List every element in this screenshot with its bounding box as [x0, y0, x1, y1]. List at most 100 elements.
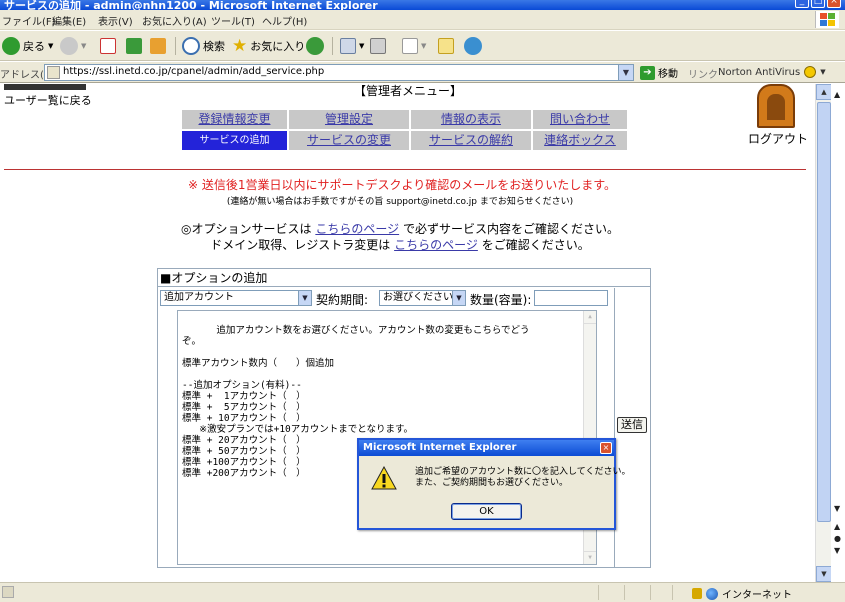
discuss-button[interactable] [438, 35, 454, 57]
quantity-input[interactable] [534, 290, 608, 306]
menu-help[interactable]: ヘルプ(H) [262, 13, 307, 28]
nav-add-service[interactable]: サービスの追加 [182, 131, 287, 150]
home-icon [150, 38, 166, 54]
period-value: お選びください [383, 292, 453, 303]
address-bar: アドレス(D) https://ssl.inetd.co.jp/cpanel/a… [0, 62, 845, 83]
stop-icon [100, 38, 116, 54]
nav-admin-settings[interactable]: 管理設定 [289, 110, 409, 129]
domain-line: ドメイン取得、レジストラ変更は こちらのページ をご確認ください。 [0, 236, 800, 253]
bullet-icon: ● [834, 534, 841, 543]
go-button[interactable]: ➔ 移動 [640, 65, 678, 80]
user-list-back-link[interactable]: ユーザー覧に戻る [4, 84, 92, 108]
scroll-thumb[interactable] [817, 102, 831, 522]
dialog-title: Microsoft Internet Explorer [359, 440, 614, 456]
favorites-label: お気に入り [250, 40, 306, 53]
back-label: 戻る [23, 40, 45, 53]
home-button[interactable] [150, 35, 166, 57]
address-dropdown-icon[interactable]: ▼ [618, 65, 633, 80]
go-label: 移動 [658, 69, 678, 80]
page-icon [47, 66, 60, 79]
favorites-button[interactable]: ★ お気に入り [232, 35, 305, 57]
option-item-value: 追加アカウント [164, 292, 234, 303]
refresh-button[interactable] [126, 35, 142, 57]
option-page-link[interactable]: こちらのページ [315, 222, 399, 236]
ok-button[interactable]: OK [451, 503, 522, 520]
option-line-suffix: で必ずサービス内容をご確認ください。 [402, 222, 619, 236]
search-icon [182, 37, 200, 55]
status-cell [672, 585, 673, 600]
triangle-up-icon: ▲ [834, 90, 841, 99]
option-select-row: 追加アカウント ▼ 契約期間: お選びください ▼ 数量(容量): [158, 288, 650, 308]
back-dropdown-icon: ▼ [48, 42, 54, 50]
address-input[interactable]: https://ssl.inetd.co.jp/cpanel/admin/add… [44, 64, 634, 81]
nav-inquiry[interactable]: 問い合わせ [533, 110, 627, 129]
star-icon: ★ [232, 36, 248, 56]
nav-cancel-service[interactable]: サービスの解約 [411, 131, 531, 150]
stop-button[interactable] [100, 35, 116, 57]
logout-label: ログアウト [748, 132, 809, 146]
mail-dropdown-icon: ▼ [359, 42, 365, 50]
logout-button[interactable]: ログアウト [748, 84, 809, 147]
menu-favorites[interactable]: お気に入り(A) [142, 13, 207, 28]
page-scrollbar[interactable]: ▲ ▼ [815, 84, 832, 582]
menu-file[interactable]: ファイル(F) [2, 13, 56, 28]
print-button[interactable] [370, 35, 386, 57]
search-button[interactable]: 検索 [182, 35, 225, 57]
security-zone: インターネット [692, 586, 792, 601]
title-bar: サービスの追加 - admin@nhn1200 - Microsoft Inte… [0, 0, 845, 10]
door-icon [757, 84, 795, 128]
option-item-select[interactable]: 追加アカウント ▼ [160, 290, 312, 306]
scroll-down-icon[interactable]: ▼ [816, 566, 832, 582]
dialog-close-button[interactable]: × [600, 442, 612, 454]
minimize-button[interactable]: _ [795, 0, 809, 8]
lock-icon [692, 588, 702, 599]
menu-bar: ファイル(F) 編集(E) 表示(V) お気に入り(A) ツール(T) ヘルプ(… [0, 10, 845, 30]
edit-dropdown-icon: ▼ [421, 42, 427, 50]
option-line-prefix: ◎オプションサービスは [181, 222, 312, 236]
status-cell [598, 585, 599, 600]
scroll-up-icon[interactable]: ▲ [816, 84, 832, 100]
warning-icon [371, 466, 397, 490]
chevron-down-icon: ▼ [298, 291, 311, 305]
dialog-message-line1: 追加ご希望のアカウント数に〇を記入してください。 [415, 467, 631, 477]
toolbar-separator [175, 37, 176, 55]
send-button[interactable]: 送信 [617, 417, 647, 433]
domain-line-suffix: をご確認ください。 [481, 238, 590, 252]
domain-page-link[interactable]: こちらのページ [394, 238, 478, 252]
note-icon [438, 38, 454, 54]
dialog-message-line2: また、ご契約期間もお選びください。 [415, 478, 569, 488]
divider [4, 169, 806, 170]
address-url: https://ssl.inetd.co.jp/cpanel/admin/add… [63, 66, 325, 77]
nav-row-1: 登録情報変更 管理設定 情報の表示 問い合わせ [182, 110, 627, 129]
nav-change-service[interactable]: サービスの変更 [289, 131, 409, 150]
norton-toolbar[interactable]: Norton AntiVirus ▼ [718, 66, 826, 78]
nav-info-display[interactable]: 情報の表示 [411, 110, 531, 129]
triangle-down-icon: ▼ [834, 546, 841, 555]
links-button[interactable]: リンク [688, 66, 718, 81]
window-title: サービスの追加 - admin@nhn1200 - Microsoft Inte… [4, 0, 378, 10]
menu-view[interactable]: 表示(V) [98, 13, 133, 28]
alert-dialog: Microsoft Internet Explorer × 追加ご希望のアカウン… [357, 438, 630, 530]
period-select[interactable]: お選びください ▼ [379, 290, 466, 306]
notice-text: ※ 送信後1営業日以内にサポートデスクより確認のメールをお送りいたします。 [187, 178, 617, 192]
admin-nav: 登録情報変更 管理設定 情報の表示 問い合わせ サービスの追加 サービスの変更 … [182, 110, 627, 152]
mail-button[interactable]: ▼ [340, 35, 364, 57]
menu-tools[interactable]: ツール(T) [211, 13, 255, 28]
norton-dropdown-icon: ▼ [820, 68, 826, 76]
maximize-button[interactable]: □ [811, 0, 825, 8]
nav-registration-change[interactable]: 登録情報変更 [182, 110, 287, 129]
messenger-button[interactable] [464, 35, 482, 57]
option-add-header: ■オプションの追加 [158, 269, 650, 287]
forward-button[interactable]: ▼ [60, 35, 86, 57]
edit-button[interactable]: ▼ [402, 35, 426, 57]
menu-edit[interactable]: 編集(E) [52, 13, 86, 28]
nav-contact-box[interactable]: 連絡ボックス [533, 131, 627, 150]
back-button[interactable]: 戻る ▼ [2, 35, 53, 57]
toolbar-separator [332, 37, 333, 55]
history-button[interactable] [306, 35, 324, 57]
chevron-down-icon: ▼ [452, 291, 465, 305]
messenger-icon [464, 37, 482, 55]
mail-icon [340, 38, 356, 54]
triangle-up-icon: ▲ [834, 522, 841, 531]
close-window-button[interactable]: × [827, 0, 841, 8]
